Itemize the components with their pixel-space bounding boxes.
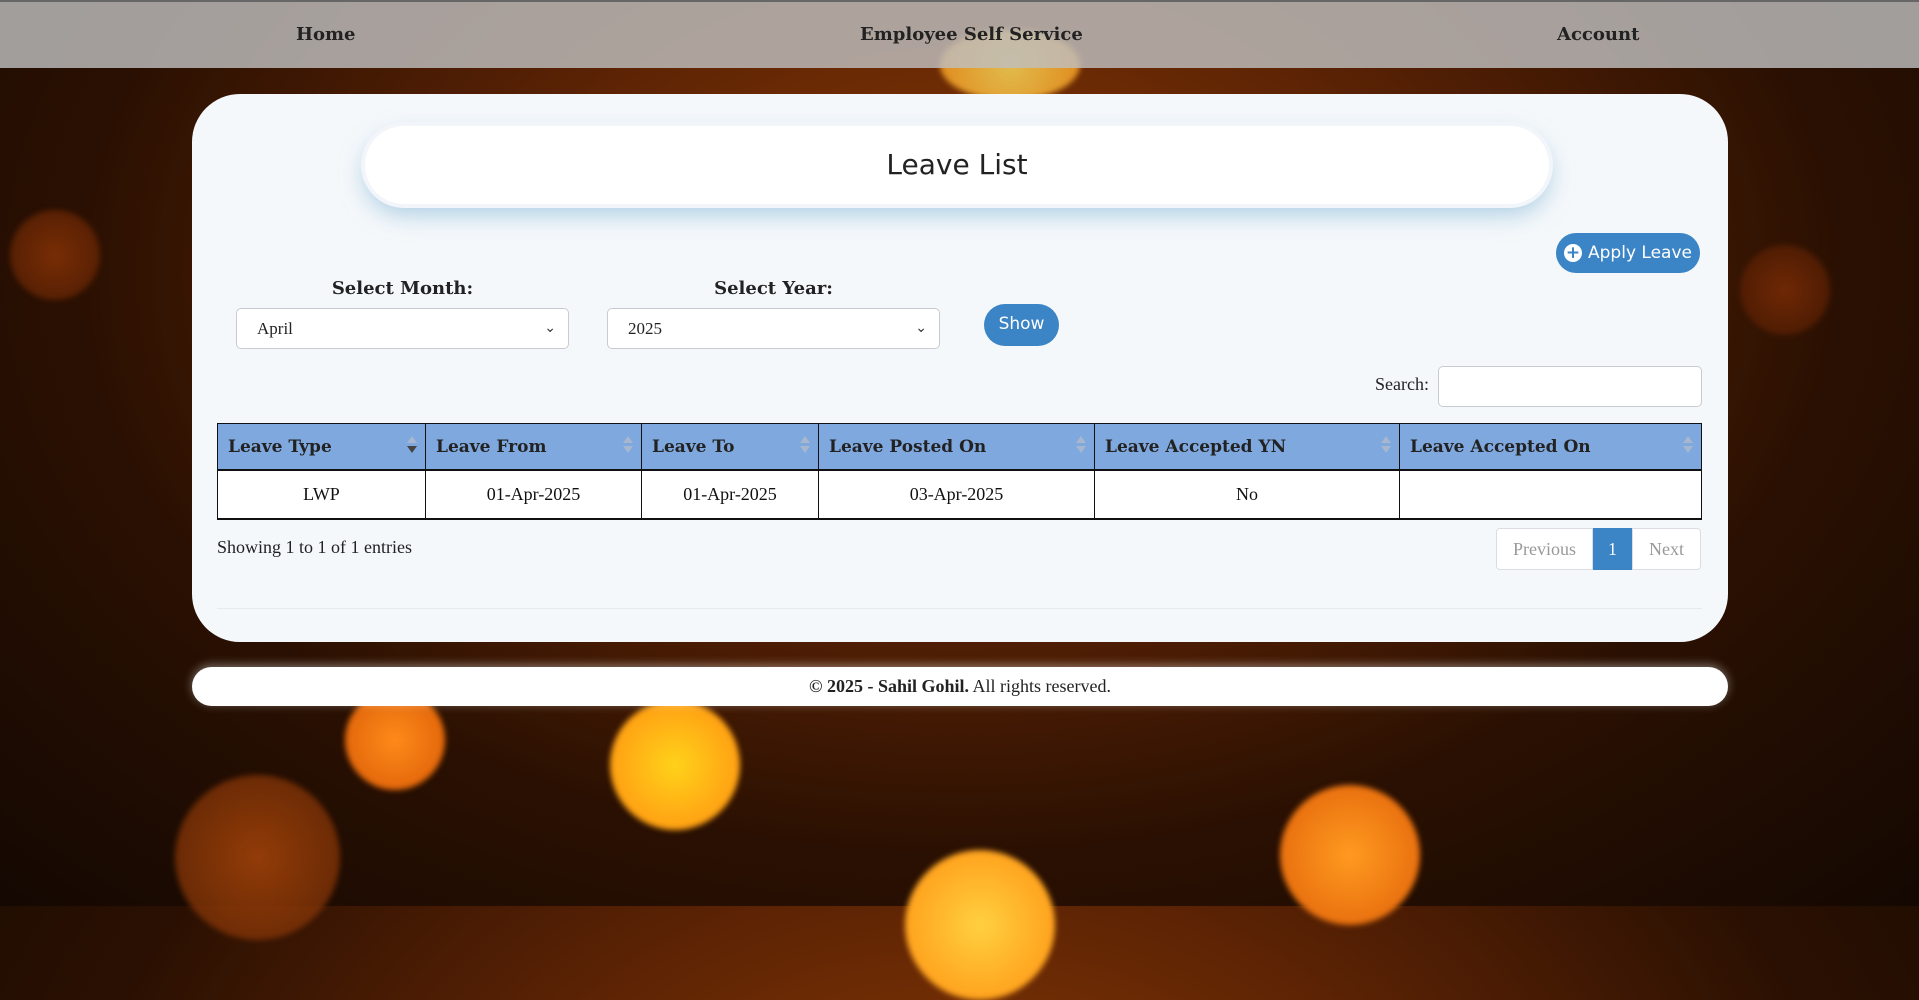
sort-icon [623, 436, 633, 456]
column-header-label: Leave Type [228, 436, 332, 457]
nav-home-link[interactable]: Home [296, 24, 356, 45]
month-label: Select Month: [331, 278, 474, 299]
pagination-next[interactable]: Next [1632, 528, 1701, 570]
leave-table: Leave Type Leave From Leave To Leave Pos… [217, 423, 1702, 520]
search-label: Search: [1375, 374, 1429, 394]
sort-icon [1381, 436, 1391, 456]
chevron-down-icon: ⌄ [544, 321, 556, 336]
nav-account-link[interactable]: Account [1557, 24, 1639, 45]
table-row[interactable]: LWP 01-Apr-2025 01-Apr-2025 03-Apr-2025 … [217, 469, 1702, 520]
column-header-label: Leave From [436, 436, 547, 457]
pagination-previous[interactable]: Previous [1496, 528, 1593, 570]
column-header-leave-posted-on[interactable]: Leave Posted On [818, 423, 1095, 471]
month-select[interactable]: April ⌄ [236, 308, 569, 349]
bokeh-light [175, 775, 340, 940]
column-header-label: Leave Posted On [829, 436, 987, 457]
column-header-leave-from[interactable]: Leave From [425, 423, 642, 471]
show-button[interactable]: Show [984, 304, 1059, 346]
pagination: Previous 1 Next [1496, 528, 1701, 570]
table-header-row: Leave Type Leave From Leave To Leave Pos… [217, 423, 1702, 471]
column-header-leave-to[interactable]: Leave To [641, 423, 819, 471]
divider [217, 608, 1702, 609]
column-header-leave-type[interactable]: Leave Type [217, 423, 426, 471]
cell-leave-from: 01-Apr-2025 [425, 469, 642, 520]
column-header-label: Leave Accepted YN [1105, 436, 1287, 457]
top-navbar: Home Employee Self Service Account [0, 0, 1919, 68]
pagination-page-1[interactable]: 1 [1593, 528, 1632, 570]
sort-icon [1683, 436, 1693, 456]
month-select-value: April [257, 319, 293, 338]
footer-author: Sahil Gohil. [877, 676, 969, 696]
bokeh-light [1280, 785, 1420, 925]
footer: © 2025 - Sahil Gohil. All rights reserve… [192, 667, 1728, 706]
year-select-value: 2025 [628, 319, 662, 338]
footer-rights: All rights reserved. [969, 676, 1111, 696]
page-title: Leave List [365, 126, 1549, 204]
plus-circle-icon: + [1564, 243, 1583, 263]
search-input[interactable] [1438, 366, 1702, 407]
year-label: Select Year: [714, 278, 833, 299]
cell-leave-posted-on: 03-Apr-2025 [818, 469, 1095, 520]
main-card: Leave List + Apply Leave Select Month: A… [192, 94, 1728, 642]
chevron-down-icon: ⌄ [915, 321, 927, 336]
nav-brand-link[interactable]: Employee Self Service [860, 24, 1083, 45]
bokeh-light [1740, 245, 1830, 335]
cell-leave-accepted-on [1399, 469, 1702, 520]
bokeh-light [905, 850, 1055, 1000]
apply-leave-button[interactable]: + Apply Leave [1556, 233, 1700, 273]
apply-leave-label: Apply Leave [1588, 243, 1692, 263]
cell-leave-type: LWP [217, 469, 426, 520]
cell-leave-accepted-yn: No [1094, 469, 1400, 520]
column-header-leave-accepted-yn[interactable]: Leave Accepted YN [1094, 423, 1400, 471]
sort-desc-icon [407, 436, 417, 456]
sort-icon [800, 436, 810, 456]
column-header-label: Leave To [652, 436, 735, 457]
column-header-leave-accepted-on[interactable]: Leave Accepted On [1399, 423, 1702, 471]
table-info: Showing 1 to 1 of 1 entries [217, 537, 412, 557]
column-header-label: Leave Accepted On [1410, 436, 1591, 457]
year-select[interactable]: 2025 ⌄ [607, 308, 940, 349]
bokeh-light [10, 210, 100, 300]
bokeh-light [610, 700, 740, 830]
cell-leave-to: 01-Apr-2025 [641, 469, 819, 520]
footer-copyright: © 2025 - [809, 676, 878, 696]
sort-icon [1076, 436, 1086, 456]
